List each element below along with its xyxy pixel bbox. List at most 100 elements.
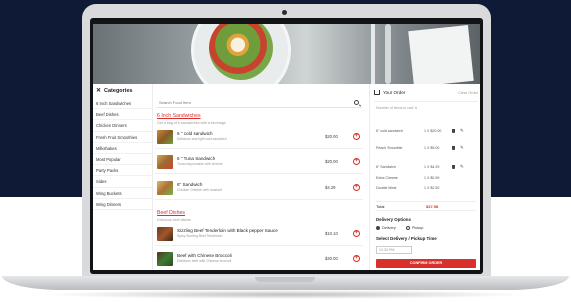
laptop-notch: [255, 277, 315, 282]
order-title: Your Order: [374, 90, 405, 95]
order-row-name: Peach Smoothie: [376, 146, 403, 150]
menu-item-description: Tuna mayonnaise with cheese: [177, 162, 223, 166]
menu-item-price: $40.00: [325, 256, 338, 261]
order-total: Total $37.98: [376, 201, 476, 211]
time-select[interactable]: 12:30 PM: [376, 246, 412, 254]
camera-icon: [282, 10, 287, 15]
order-row-name: 6" Sandwich: [376, 165, 396, 169]
order-row-name: Extra Cheese: [376, 176, 398, 180]
pickup-radio[interactable]: Pickup: [406, 226, 423, 230]
cart-count: Number of items in cart: 6: [376, 106, 418, 110]
edit-icon[interactable]: ✎: [460, 145, 464, 151]
add-item-button[interactable]: +: [353, 133, 360, 140]
close-icon[interactable]: ✕: [96, 88, 101, 94]
order-row-name: Double Meat: [376, 186, 397, 190]
food-thumbnail: [157, 252, 173, 266]
menu-item-name: Beef with Chinese Broccoli: [177, 253, 232, 258]
laptop-bezel: ✕ Categories 6 Inch Sandwiches Beef Dish…: [90, 18, 483, 274]
order-panel: Your Order Clear Order Number of items i…: [369, 84, 480, 270]
section-subtitle: Delicious beef dishes: [157, 218, 191, 222]
menu-item[interactable]: 6 " cold sandwich Delicious and light co…: [155, 127, 363, 149]
sidebar-item-beef-dishes[interactable]: Beef Dishes: [93, 109, 152, 121]
menu-item-description: Spicy Sizzling Beef Tenderloin: [177, 234, 223, 238]
delivery-radio[interactable]: Delivery: [376, 226, 396, 230]
edit-icon[interactable]: ✎: [460, 128, 464, 134]
section-subtitle: Get a bag of 6 sandwiches with a beverag…: [157, 121, 226, 125]
search-icon[interactable]: [354, 100, 359, 105]
edit-icon[interactable]: ✎: [460, 164, 464, 170]
sidebar-item-fresh-fruit-smoothies[interactable]: Fresh Fruit Smoothies: [93, 132, 152, 143]
fork-image: [371, 24, 375, 84]
menu-item[interactable]: 6" Sandwich Chicken Cheese with mustard …: [155, 178, 363, 200]
sidebar-item-sides[interactable]: Sides: [93, 176, 152, 188]
pickup-radio-label: Pickup: [412, 226, 424, 230]
sidebar-item-most-popular[interactable]: Most Popular: [93, 154, 152, 166]
order-row: Double Meat 1 X $2.50: [376, 186, 478, 195]
add-item-button[interactable]: +: [353, 255, 360, 262]
food-thumbnail: [157, 227, 173, 241]
order-row: Extra Cheese 1 X $0.99: [376, 176, 478, 185]
add-item-button[interactable]: +: [353, 230, 360, 237]
laptop: ✕ Categories 6 Inch Sandwiches Beef Dish…: [82, 4, 491, 278]
food-thumbnail: [157, 155, 173, 169]
menu-item[interactable]: 6 " Tuna Sandwich Tuna mayonnaise with c…: [155, 152, 363, 174]
order-header: Your Order Clear Order: [374, 84, 478, 102]
order-row-price: 1 X $2.50: [424, 186, 440, 190]
menu-item-name: 6" Sandwich: [177, 182, 203, 187]
order-row-price: 1 X $0.99: [424, 176, 440, 180]
napkin-image: [408, 25, 474, 84]
delivery-options-label: Delivery Options: [376, 217, 411, 222]
sidebar-item-6-inch-sandwiches[interactable]: 6 Inch Sandwiches: [93, 98, 152, 110]
menu-item-price: $20.00: [325, 159, 338, 164]
hero-banner: [93, 24, 480, 84]
search-input[interactable]: Search Food Item: [159, 100, 191, 105]
categories-sidebar: ✕ Categories 6 Inch Sandwiches Beef Dish…: [93, 84, 153, 270]
app-screen: ✕ Categories 6 Inch Sandwiches Beef Dish…: [93, 24, 480, 270]
total-label: Total: [376, 204, 385, 209]
categories-header[interactable]: ✕ Categories: [93, 84, 152, 98]
total-value: $37.98: [426, 204, 439, 209]
add-item-button[interactable]: +: [353, 158, 360, 165]
sidebar-item-party-packs[interactable]: Party Packs: [93, 165, 152, 177]
sidebar-item-chicken-dinners[interactable]: Chicken Dinners: [93, 120, 152, 132]
delete-icon[interactable]: [452, 146, 455, 150]
order-row: 6" cold sandwich 1 X $20.00 ✎: [376, 128, 478, 138]
section-title[interactable]: Beef Dishes: [157, 210, 185, 216]
radio-selected-icon[interactable]: [376, 226, 380, 230]
menu-item[interactable]: Sizzling Beef Tenderloin with Black pepp…: [155, 224, 363, 246]
confirm-order-button[interactable]: CONFIRM ORDER: [376, 259, 476, 268]
radio-icon[interactable]: [406, 226, 410, 230]
search-bar[interactable]: Search Food Item: [156, 98, 362, 108]
menu-item[interactable]: Beef with Chinese Broccoli Delicious bee…: [155, 249, 363, 270]
menu-item-price: $4.29: [325, 185, 336, 190]
cart-icon: [374, 90, 380, 95]
order-row: 6" Sandwich 1 X $4.29 ✎: [376, 164, 478, 174]
time-label: Select Delivery / Pickup Time: [376, 236, 437, 241]
knife-image: [385, 24, 391, 84]
menu-main: Search Food Item 6 Inch Sandwiches Get a…: [155, 84, 363, 270]
laptop-shadow: [40, 290, 530, 299]
delivery-radio-label: Delivery: [382, 226, 396, 230]
sidebar-item-milkshakes[interactable]: Milkshakes: [93, 143, 152, 154]
order-title-label: Your Order: [383, 90, 406, 95]
order-row-price: 1 X $20.00: [424, 129, 442, 133]
menu-item-price: $10.10: [325, 231, 338, 236]
add-item-button[interactable]: +: [353, 184, 360, 191]
sidebar-item-wing-dinners[interactable]: Wing Dinners: [93, 199, 152, 210]
menu-item-price: $20.00: [325, 134, 338, 139]
menu-item-name: 6 " Tuna Sandwich: [177, 156, 216, 161]
menu-item-description: Delicious and light cold sandwich: [177, 137, 227, 141]
menu-item-description: Delicious beef with Chinese broccoli: [177, 259, 232, 263]
menu-item-name: Sizzling Beef Tenderloin with Black pepp…: [177, 228, 278, 233]
food-thumbnail: [157, 181, 173, 195]
order-row: Peach Smoothie 1 X $5.00 ✎: [376, 145, 478, 155]
delete-icon[interactable]: [452, 129, 455, 133]
delete-icon[interactable]: [452, 165, 455, 169]
order-row-price: 1 X $5.00: [424, 146, 440, 150]
clear-order-link[interactable]: Clear Order: [458, 91, 478, 95]
order-row-name: 6" cold sandwich: [376, 129, 403, 133]
menu-item-name: 6 " cold sandwich: [177, 131, 213, 136]
sidebar-item-wing-buckets[interactable]: Wing Buckets: [93, 188, 152, 199]
order-row-price: 1 X $4.29: [424, 165, 440, 169]
section-title[interactable]: 6 Inch Sandwiches: [157, 113, 201, 119]
